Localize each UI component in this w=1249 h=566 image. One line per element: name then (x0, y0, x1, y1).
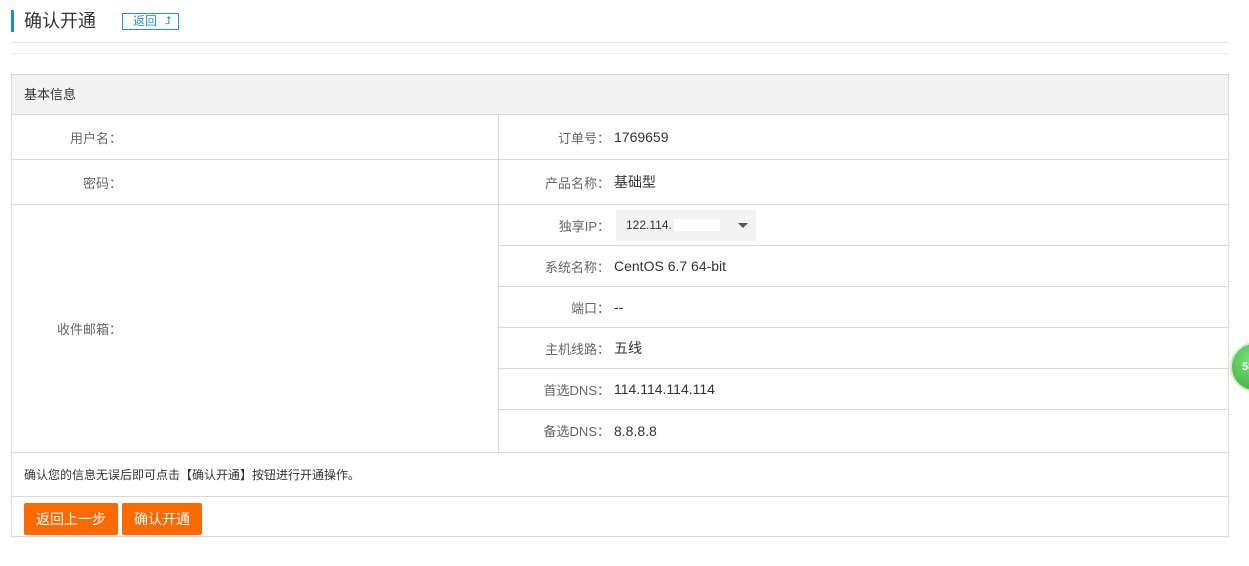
action-bar: 返回上一步 确认开通 (24, 503, 202, 535)
port-row: 端口： -- (499, 287, 1228, 328)
ip-row: 独享IP： 122.114. (499, 205, 1228, 246)
os-row: 系统名称： CentOS 6.7 64-bit (499, 246, 1228, 287)
password-row: 密码： (12, 160, 498, 205)
return-arrow-icon: ⮥ (165, 14, 172, 27)
dns2-row: 备选DNS： 8.8.8.8 (499, 410, 1228, 451)
order-value: 1769659 (614, 129, 669, 145)
confirm-notice: 确认您的信息无误后即可点击【确认开通】按钮进行开通操作。 (12, 452, 1228, 497)
back-button-label: 返回 (133, 13, 158, 28)
product-row: 产品名称： 基础型 (499, 160, 1228, 205)
ip-label: 独享IP： (558, 218, 610, 234)
port-label: 端口： (570, 300, 610, 316)
product-label: 产品名称： (544, 175, 610, 191)
os-value: CentOS 6.7 64-bit (614, 258, 727, 274)
panel-title: 基本信息 (12, 75, 1228, 115)
dns1-label: 首选DNS： (543, 382, 610, 398)
header-divider-secondary (11, 53, 1229, 54)
email-row: 收件邮箱： (12, 205, 498, 452)
basic-info-panel: 基本信息 用户名： 密码： 收件邮箱： 订单号： 1769659 产品名称： 基… (11, 74, 1229, 537)
order-row: 订单号： 1769659 (499, 115, 1228, 160)
page-title: 确认开通 (24, 11, 96, 31)
ip-select[interactable]: 122.114. (616, 209, 756, 241)
port-value: -- (614, 299, 624, 315)
ip-select-value: 122.114. (626, 218, 672, 232)
title-accent-bar (11, 10, 14, 32)
line-value: 五线 (614, 340, 642, 356)
dns1-row: 首选DNS： 114.114.114.114 (499, 369, 1228, 410)
dns2-value: 8.8.8.8 (614, 422, 657, 439)
dns2-label: 备选DNS： (543, 424, 610, 439)
floating-badge[interactable]: 58 (1230, 342, 1249, 392)
password-label: 密码： (82, 175, 122, 191)
header-divider (11, 42, 1229, 43)
line-label: 主机线路： (544, 341, 610, 357)
back-button[interactable]: 返回 ⮥ (122, 12, 179, 30)
order-info-column: 订单号： 1769659 产品名称： 基础型 独享IP： 122.114. 系统… (499, 115, 1228, 452)
ip-redaction (673, 219, 720, 231)
line-row: 主机线路： 五线 (499, 328, 1228, 369)
dns1-value: 114.114.114.114 (614, 381, 715, 397)
order-label: 订单号： (557, 130, 610, 146)
username-label: 用户名： (69, 130, 122, 146)
confirm-open-button[interactable]: 确认开通 (122, 503, 202, 535)
product-value: 基础型 (614, 174, 656, 190)
email-label: 收件邮箱： (56, 322, 122, 337)
os-label: 系统名称： (544, 259, 610, 275)
username-row: 用户名： (12, 115, 498, 160)
account-info-column: 用户名： 密码： 收件邮箱： (12, 115, 499, 452)
page-header: 确认开通 返回 ⮥ (11, 8, 179, 34)
chevron-down-icon (738, 222, 748, 228)
back-step-button[interactable]: 返回上一步 (24, 503, 118, 535)
